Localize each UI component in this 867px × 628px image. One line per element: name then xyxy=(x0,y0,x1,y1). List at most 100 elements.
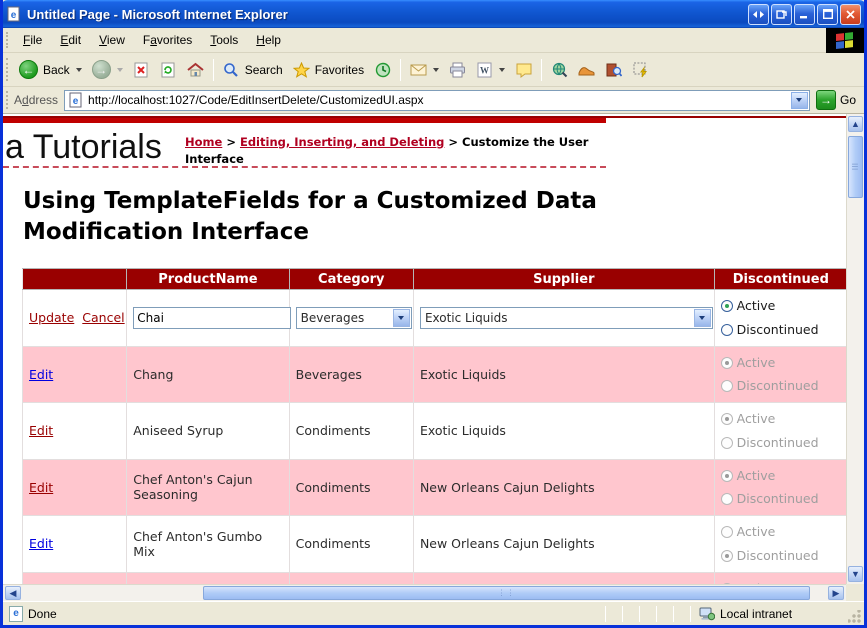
discontinued-radio-group: Active Discontinued xyxy=(721,520,841,568)
menu-tools[interactable]: Tools xyxy=(201,30,247,50)
product-cell: Grandma's xyxy=(127,572,289,584)
menu-grip[interactable] xyxy=(6,32,9,49)
favorites-button[interactable]: Favorites xyxy=(288,59,369,80)
scroll-left-button[interactable]: ◀ xyxy=(5,586,21,600)
menu-favorites[interactable]: Favorites xyxy=(134,30,201,50)
zone-label: Local intranet xyxy=(720,607,792,621)
grid-header-category: Category xyxy=(289,269,413,290)
supplier-cell: Exotic Liquids xyxy=(413,346,714,403)
edit-with-word-button[interactable]: W xyxy=(471,59,510,80)
scrollbar-corner xyxy=(846,584,864,601)
address-grip[interactable] xyxy=(6,91,9,109)
scroll-up-button[interactable]: ▲ xyxy=(848,116,863,132)
edit-link[interactable]: Edit xyxy=(29,480,53,495)
encarta-icon xyxy=(605,61,622,78)
discontinued-radio-label: Discontinued xyxy=(737,322,819,337)
grid-edit-row: Update Cancel Beverages Exotic Liquids Ac… xyxy=(23,290,847,347)
category-cell: Beverages xyxy=(289,346,413,403)
discontinued-radio xyxy=(721,437,733,449)
discontinued-radio-group: Active Discontinued xyxy=(721,294,841,342)
cancel-link[interactable]: Cancel xyxy=(82,310,124,325)
menu-edit[interactable]: Edit xyxy=(51,30,90,50)
back-label: Back xyxy=(43,63,70,77)
discuss-button[interactable] xyxy=(510,59,537,80)
back-dropdown-icon[interactable] xyxy=(76,68,82,72)
status-text: Done xyxy=(28,607,57,621)
menu-file[interactable]: File xyxy=(14,30,51,50)
go-icon: → xyxy=(816,90,836,110)
edit-word-dropdown-icon[interactable] xyxy=(499,68,505,72)
go-button[interactable]: → Go xyxy=(810,90,864,110)
minimize-button[interactable] xyxy=(794,4,815,25)
vertical-scroll-thumb[interactable]: ☰ xyxy=(848,136,863,198)
search-button[interactable]: Search xyxy=(218,59,288,80)
mail-button[interactable] xyxy=(405,59,444,80)
discontinued-radio-group: Active Discontinued xyxy=(721,407,841,455)
grid-row-grandmas: Edit Grandma's Condiments Grandma Kelly'… xyxy=(23,572,847,584)
products-gridview: ProductName Category Supplier Discontinu… xyxy=(22,268,846,584)
refresh-button[interactable] xyxy=(155,59,182,80)
svg-text:e: e xyxy=(11,10,17,21)
scroll-down-button[interactable]: ▼ xyxy=(848,566,863,582)
home-icon xyxy=(187,61,204,78)
discontinued-radio[interactable] xyxy=(721,324,733,336)
restore-arrows-button[interactable] xyxy=(748,4,769,25)
toolbar-grip[interactable] xyxy=(6,58,9,81)
breadcrumb: Home > Editing, Inserting, and Deleting … xyxy=(185,134,605,167)
svg-text:W: W xyxy=(480,65,489,75)
favorites-label: Favorites xyxy=(315,63,364,77)
status-message: e Done xyxy=(3,606,597,622)
chevron-down-icon[interactable] xyxy=(393,309,410,327)
chevron-down-icon[interactable] xyxy=(694,309,711,327)
supplier-cell: New Orleans Cajun Delights xyxy=(413,459,714,516)
address-input[interactable]: e http://localhost:1027/Code/EditInsertD… xyxy=(64,90,810,111)
messenger-shoe-button[interactable] xyxy=(573,59,600,80)
research-button[interactable] xyxy=(546,59,573,80)
active-radio xyxy=(721,526,733,538)
grid-row-cajun-seasoning: Edit Chef Anton's Cajun Seasoning Condim… xyxy=(23,459,847,516)
stop-button[interactable] xyxy=(128,59,155,80)
resize-grip[interactable] xyxy=(848,610,862,624)
address-dropdown-button[interactable] xyxy=(791,92,808,109)
address-url: http://localhost:1027/Code/EditInsertDel… xyxy=(88,93,791,107)
grid-row-aniseed-syrup: Edit Aniseed Syrup Condiments Exotic Liq… xyxy=(23,403,847,460)
go-label: Go xyxy=(840,93,856,107)
title-bar[interactable]: e Untitled Page - Microsoft Internet Exp… xyxy=(0,0,867,28)
mail-dropdown-icon[interactable] xyxy=(433,68,439,72)
maximize-button[interactable] xyxy=(817,4,838,25)
address-label: Address xyxy=(14,93,58,107)
category-select[interactable]: Beverages xyxy=(296,307,412,329)
encarta-button[interactable] xyxy=(600,59,627,80)
breadcrumb-section-link[interactable]: Editing, Inserting, and Deleting xyxy=(240,135,444,149)
grid-row-chang: Edit Chang Beverages Exotic Liquids Acti… xyxy=(23,346,847,403)
horizontal-scrollbar[interactable]: ◀ ⋮⋮ ▶ xyxy=(3,584,846,601)
menu-view[interactable]: View xyxy=(90,30,134,50)
windows-logo xyxy=(826,28,864,53)
product-cell: Chef Anton's Cajun Seasoning xyxy=(127,459,289,516)
print-button[interactable] xyxy=(444,59,471,80)
scroll-right-button[interactable]: ▶ xyxy=(828,586,844,600)
forward-button[interactable]: → xyxy=(87,58,128,81)
vertical-scrollbar[interactable]: ▲ ☰ ▼ xyxy=(846,114,864,584)
pop-out-button[interactable] xyxy=(771,4,792,25)
close-button[interactable] xyxy=(840,4,861,25)
home-button[interactable] xyxy=(182,59,209,80)
menu-help[interactable]: Help xyxy=(247,30,290,50)
edit-link[interactable]: Edit xyxy=(29,423,53,438)
grid-header-row: ProductName Category Supplier Discontinu… xyxy=(23,269,847,290)
grid-header-supplier: Supplier xyxy=(413,269,714,290)
category-cell: Condiments xyxy=(289,572,413,584)
update-link[interactable]: Update xyxy=(29,310,74,325)
productname-input[interactable] xyxy=(133,307,291,329)
supplier-select[interactable]: Exotic Liquids xyxy=(420,307,713,329)
active-radio[interactable] xyxy=(721,300,733,312)
breadcrumb-home-link[interactable]: Home xyxy=(185,135,222,149)
horizontal-scroll-thumb[interactable]: ⋮⋮ xyxy=(203,586,810,600)
edit-link[interactable]: Edit xyxy=(29,536,53,551)
edit-link[interactable]: Edit xyxy=(29,367,53,382)
active-radio xyxy=(721,413,733,425)
history-button[interactable] xyxy=(369,59,396,80)
back-button[interactable]: ← Back xyxy=(14,58,87,81)
messenger-button[interactable] xyxy=(627,59,654,80)
category-cell: Condiments xyxy=(289,516,413,573)
